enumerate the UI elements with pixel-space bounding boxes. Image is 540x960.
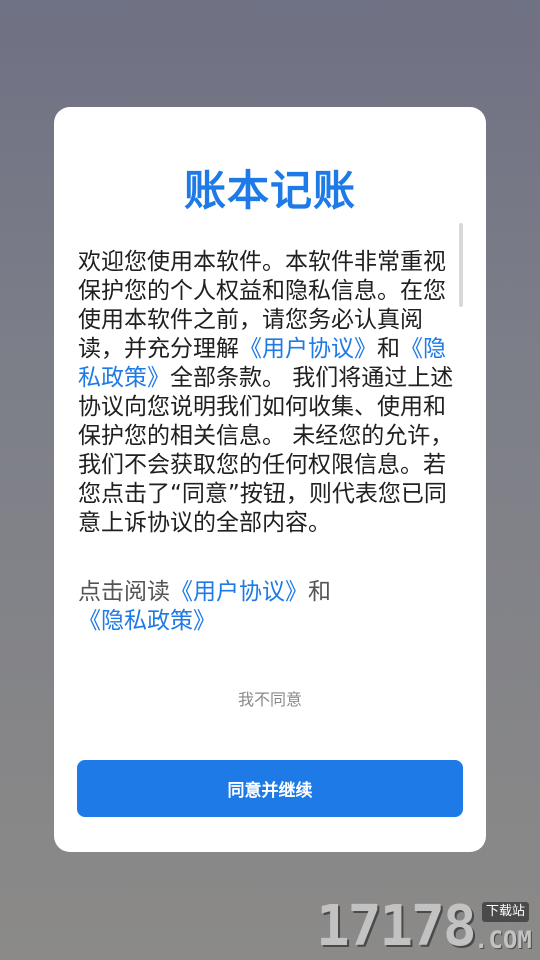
user-agreement-link[interactable]: 《用户协议》 — [239, 336, 377, 362]
agreement-body-text: 欢迎您使用本软件。本软件非常重视保护您的个人权益和隐私信息。在您使用本软件之前，… — [78, 248, 460, 538]
read-prefix: 点击阅读 — [78, 579, 170, 605]
read-user-agreement-link[interactable]: 《用户协议》 — [170, 579, 308, 605]
body-and: 和 — [377, 336, 400, 362]
read-prompt: 点击阅读《用户协议》和《隐私政策》 — [78, 578, 460, 636]
body-scrollbar[interactable] — [459, 223, 463, 307]
watermark-number: 17178 — [316, 894, 477, 959]
read-privacy-policy-link[interactable]: 《隐私政策》 — [78, 608, 216, 634]
agreement-body-scroll[interactable]: 欢迎您使用本软件。本软件非常重视保护您的个人权益和隐私信息。在您使用本软件之前，… — [78, 248, 460, 558]
agree-continue-button[interactable]: 同意并继续 — [77, 760, 463, 817]
read-and: 和 — [308, 579, 331, 605]
site-watermark: 17178 下载站 .COM — [316, 896, 538, 958]
dialog-title: 账本记账 — [183, 166, 356, 215]
watermark-domain: .COM — [474, 926, 532, 954]
body-fade — [78, 540, 460, 558]
watermark-badge: 下载站 — [482, 902, 530, 922]
disagree-button[interactable]: 我不同意 — [54, 686, 486, 714]
